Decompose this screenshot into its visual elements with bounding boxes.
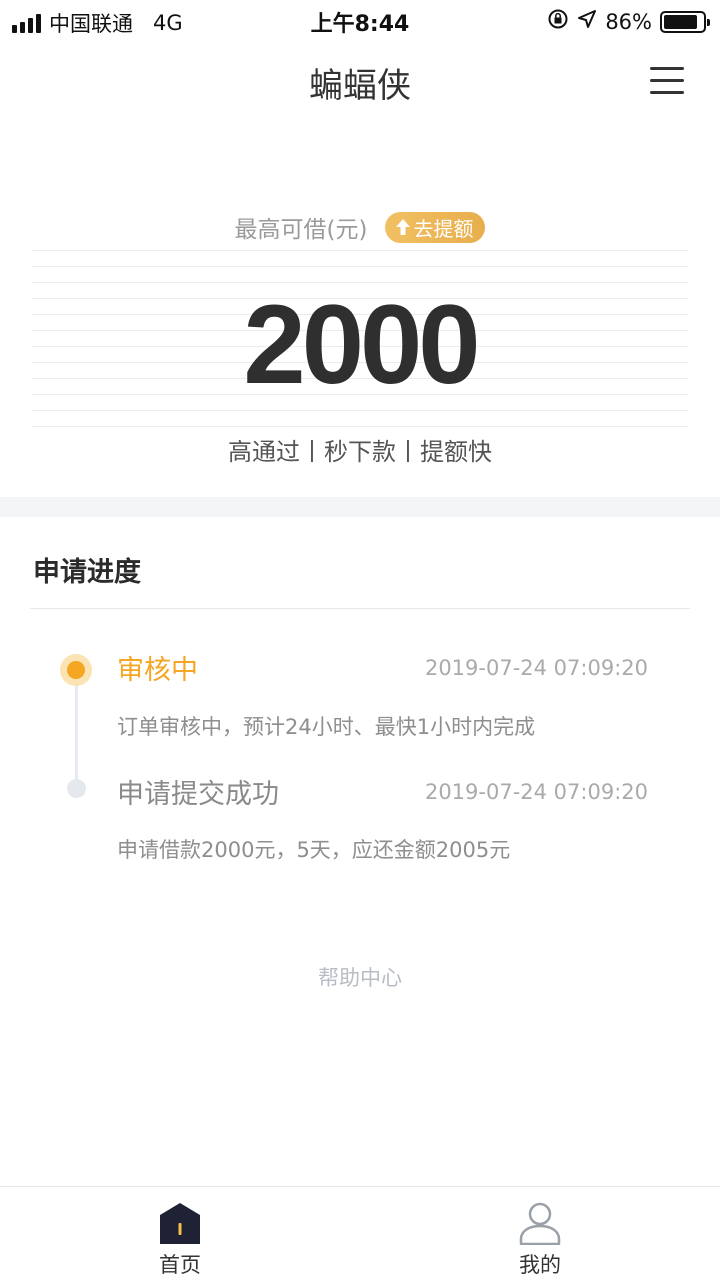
location-icon	[577, 9, 597, 34]
title-divider	[30, 608, 690, 609]
loan-slogan: 高通过丨秒下款丨提额快	[228, 438, 492, 466]
timeline-dot	[67, 779, 86, 798]
step-description: 订单审核中，预计24小时、最快1小时内完成	[117, 715, 536, 739]
step-title-reviewing: 审核中	[117, 655, 198, 686]
raise-limit-label: 去提额	[413, 216, 474, 241]
tab-home[interactable]: 首页	[0, 1187, 360, 1280]
user-icon	[518, 1201, 562, 1249]
timeline-dot-active	[60, 654, 92, 686]
tab-bar: 首页 我的	[0, 1186, 720, 1280]
step-time: 2019-07-24 07:09:20	[424, 656, 648, 680]
limit-label: 最高可借(元)	[234, 217, 368, 243]
page-title: 蝙蝠侠	[309, 66, 411, 106]
decorative-line	[32, 266, 688, 267]
timeline-line	[75, 670, 78, 788]
step-time: 2019-07-24 07:09:20	[424, 780, 648, 804]
arrow-up-icon	[396, 219, 411, 235]
hamburger-menu-icon[interactable]	[650, 67, 684, 95]
decorative-line	[32, 410, 688, 411]
help-center-link[interactable]: 帮助中心	[0, 962, 720, 992]
decorative-line	[32, 426, 688, 427]
nav-bar: 蝙蝠侠	[0, 40, 720, 124]
step-title-submitted: 申请提交成功	[117, 779, 279, 810]
status-right: 86%	[547, 8, 710, 35]
home-icon	[158, 1201, 202, 1249]
loan-card: 最高可借(元) 去提额 2000 高通过丨秒下款丨提额快	[0, 180, 720, 496]
limit-row: 最高可借(元) 去提额	[0, 210, 720, 244]
battery-icon	[660, 10, 710, 33]
raise-limit-button[interactable]: 去提额	[385, 211, 486, 243]
progress-title: 申请进度	[33, 557, 141, 588]
tab-home-label: 首页	[159, 1253, 201, 1277]
rotation-lock-icon	[547, 8, 569, 35]
tab-mine-label: 我的	[519, 1253, 561, 1277]
decorative-line	[32, 250, 688, 251]
step-description: 申请借款2000元，5天，应还金额2005元	[117, 838, 511, 862]
loan-amount: 2000	[243, 282, 480, 407]
battery-percent: 86%	[605, 9, 652, 34]
section-divider	[0, 497, 720, 517]
status-bar: 中国联通 4G 上午8:44 86%	[0, 0, 720, 40]
tab-mine[interactable]: 我的	[360, 1187, 720, 1280]
